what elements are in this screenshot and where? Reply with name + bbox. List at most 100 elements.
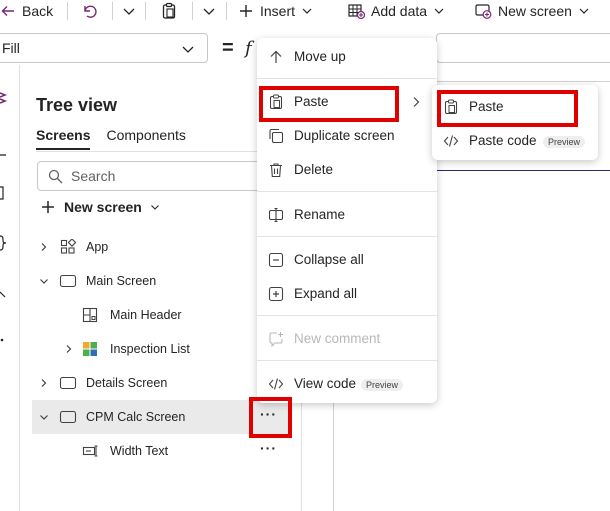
more-options-button[interactable]: ··· <box>260 440 277 456</box>
data-rail-icon[interactable] <box>0 185 6 204</box>
tools-rail-icon[interactable] <box>0 289 6 304</box>
insert-rail-icon[interactable] <box>0 145 6 160</box>
property-value: Fill <box>2 40 20 56</box>
chevron-down-icon[interactable] <box>39 275 49 289</box>
paste-toolbar-button[interactable] <box>160 2 178 20</box>
tree-node-label: Width Text <box>110 444 169 458</box>
chevron-right-icon[interactable] <box>64 343 74 357</box>
new-screen-toolbar-label: New screen <box>498 3 572 19</box>
clipboard-icon <box>160 2 178 20</box>
toolbar-divider <box>226 2 227 20</box>
menu-item-collapse-all[interactable]: Collapse all <box>257 245 437 275</box>
search-icon <box>48 169 63 184</box>
insert-button[interactable]: Insert <box>238 0 313 22</box>
chevron-right-icon[interactable] <box>39 377 49 391</box>
toolbar-divider <box>67 2 68 20</box>
menu-item-view-code[interactable]: View code Preview <box>257 369 437 399</box>
toolbar-divider <box>192 2 193 20</box>
tab-components[interactable]: Components <box>106 127 185 143</box>
add-data-button[interactable]: Add data <box>347 0 445 22</box>
tree-node-label: Details Screen <box>86 376 168 390</box>
tab-screens[interactable]: Screens <box>36 127 91 150</box>
menu-item-label: Collapse all <box>294 252 364 267</box>
menu-item-label: New comment <box>294 331 381 346</box>
variables-rail-icon[interactable] <box>0 235 7 254</box>
command-bar: Back Insert Add data New screen <box>0 0 610 22</box>
chevron-down-icon <box>122 4 136 18</box>
menu-divider <box>257 315 437 316</box>
undo-icon <box>80 2 98 20</box>
arrow-up-icon <box>268 49 284 68</box>
highlight-paste-submenu-item <box>437 90 578 127</box>
tree-view-title: Tree view <box>36 95 118 115</box>
back-label: Back <box>22 3 54 19</box>
menu-item-label: Duplicate screen <box>294 128 395 143</box>
menu-item-delete[interactable]: Delete <box>257 155 437 185</box>
tree-view-rail-icon[interactable] <box>0 91 8 108</box>
new-screen-toolbar-button[interactable]: New screen <box>474 0 590 22</box>
undo-button[interactable] <box>80 2 98 20</box>
container-icon <box>82 307 98 326</box>
menu-item-label: Expand all <box>294 286 358 301</box>
plus-icon <box>40 199 56 215</box>
app-grid-icon <box>60 238 77 258</box>
undo-dropdown-button[interactable] <box>122 4 136 18</box>
chevron-down-icon <box>433 5 445 17</box>
chevron-down-icon <box>578 5 590 17</box>
menu-divider <box>257 191 437 192</box>
rename-icon <box>268 207 284 226</box>
arrow-left-icon <box>0 3 16 19</box>
property-dropdown[interactable]: Fill <box>0 33 208 63</box>
submenu-item-paste-code[interactable]: Paste code Preview <box>432 126 598 156</box>
database-grid-icon <box>347 2 365 20</box>
menu-item-move-up[interactable]: Move up <box>257 42 437 72</box>
new-screen-button[interactable]: New screen <box>40 199 160 215</box>
code-icon <box>268 376 284 395</box>
tree-node-label: Inspection List <box>110 342 190 356</box>
chevron-right-icon <box>411 96 421 111</box>
menu-item-label: Delete <box>294 162 334 177</box>
chevron-down-icon <box>202 4 216 18</box>
toolbar-divider <box>112 2 113 20</box>
equals-sign: = <box>222 37 234 59</box>
menu-item-label: Rename <box>294 207 346 222</box>
chevron-down-icon <box>150 202 160 212</box>
fx-icon[interactable]: f <box>245 38 252 59</box>
menu-divider <box>257 78 437 79</box>
more-rail-icon[interactable] <box>0 331 6 346</box>
formula-input[interactable] <box>436 33 610 63</box>
expand-icon <box>268 286 284 305</box>
canvas-top-edge <box>436 170 610 171</box>
search-input[interactable]: Search <box>37 161 267 191</box>
tree-node-label: Main Header <box>110 308 182 322</box>
add-data-label: Add data <box>371 3 428 19</box>
tree-node-label: Main Screen <box>86 274 157 288</box>
menu-item-new-comment[interactable]: New comment <box>257 324 437 354</box>
screen-icon <box>59 273 77 292</box>
left-rail <box>0 65 20 511</box>
menu-item-label: Paste code <box>469 133 537 148</box>
new-screen-icon <box>474 2 492 20</box>
trash-icon <box>268 162 284 181</box>
chevron-down-icon[interactable] <box>39 411 49 425</box>
menu-divider <box>257 236 437 237</box>
menu-item-expand-all[interactable]: Expand all <box>257 279 437 309</box>
paste-dropdown-button[interactable] <box>202 4 216 18</box>
menu-item-label: View code <box>294 376 357 391</box>
menu-item-label: Move up <box>294 49 346 64</box>
menu-item-duplicate-screen[interactable]: Duplicate screen <box>257 121 437 151</box>
highlight-paste-menu-item <box>259 86 399 122</box>
chevron-right-icon[interactable] <box>39 241 49 255</box>
code-icon <box>443 133 459 152</box>
comment-add-icon <box>268 331 284 350</box>
duplicate-icon <box>268 128 284 147</box>
gallery-icon <box>82 341 98 360</box>
preview-badge: Preview <box>543 136 586 148</box>
chevron-down-icon <box>301 5 313 17</box>
chevron-down-icon <box>181 42 195 56</box>
screen-icon <box>59 375 77 394</box>
toolbar-divider <box>145 2 146 20</box>
tree-node-label: CPM Calc Screen <box>86 410 186 424</box>
back-button[interactable]: Back <box>0 0 53 22</box>
menu-item-rename[interactable]: Rename <box>257 200 437 230</box>
